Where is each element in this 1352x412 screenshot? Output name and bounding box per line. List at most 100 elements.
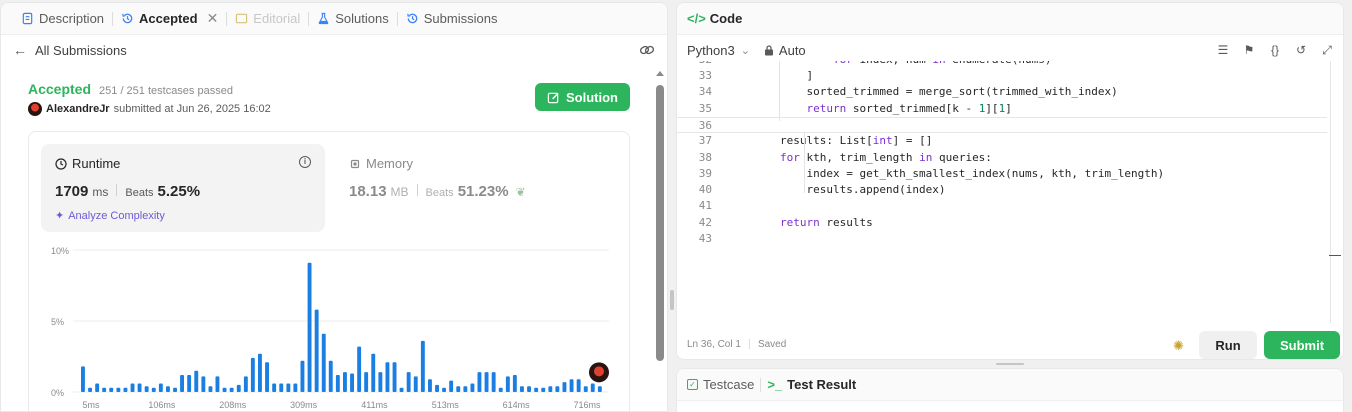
chart-bar	[463, 386, 468, 392]
memory-title: Memory	[349, 156, 413, 171]
chart-bar	[286, 383, 291, 392]
chart-bar	[548, 386, 553, 392]
language-label: Python3	[687, 42, 735, 58]
runtime-box[interactable]: Runtime i 1709 ms Beats 5.25% ✦ Analyze …	[41, 144, 325, 232]
chart-bar	[428, 379, 432, 392]
tab-description[interactable]: Description	[13, 3, 112, 34]
chart-bar	[406, 372, 411, 392]
run-button[interactable]: Run	[1199, 331, 1257, 359]
braces-icon[interactable]: {}	[1269, 44, 1281, 56]
reset-icon[interactable]: ↺	[1295, 44, 1307, 56]
lightbulb-icon[interactable]: ✺	[1173, 338, 1184, 354]
all-submissions-link[interactable]: ← All Submissions	[13, 42, 127, 58]
close-icon[interactable]: ✕	[207, 10, 219, 27]
horizontal-resize-handle[interactable]	[676, 360, 1344, 368]
x-tick-label: 106ms	[148, 400, 176, 410]
tab-editorial[interactable]: Editorial	[227, 3, 308, 34]
description-icon	[22, 12, 33, 25]
code-line-partial: 32 for index, num in enumerate(nums)	[677, 61, 1327, 68]
bookmark-icon[interactable]: ⚑	[1243, 44, 1255, 56]
code-line: 42 return results	[677, 215, 1327, 231]
chart-bar	[470, 383, 475, 392]
line-number: 35	[698, 101, 712, 115]
code-editor[interactable]: 32 for index, num in enumerate(nums) 33 …	[677, 61, 1333, 323]
chart-bar	[456, 386, 461, 392]
auto-mode[interactable]: Auto	[764, 43, 806, 58]
chart-bar	[527, 386, 531, 392]
chart-bar	[399, 387, 404, 392]
chart-bar	[88, 387, 92, 392]
tab-label: Testcase	[703, 377, 755, 392]
chart-bar	[491, 372, 496, 392]
x-tick-label: 208ms	[219, 400, 247, 410]
chart-bar	[357, 346, 362, 392]
chart-bar	[505, 376, 510, 392]
chart-bar	[293, 383, 298, 392]
scroll-marker	[1329, 255, 1341, 256]
indent-guide	[804, 133, 805, 193]
scrollbar[interactable]	[655, 67, 665, 411]
x-tick-label: 309ms	[290, 400, 318, 410]
tab-test-result[interactable]: >_ Test Result	[767, 377, 856, 392]
chart-bar	[371, 353, 376, 392]
chart-bar	[123, 387, 128, 392]
code-line: 37 results: List[int] = []	[677, 133, 1327, 149]
avatar[interactable]	[28, 102, 42, 116]
tab-label: Description	[39, 11, 105, 26]
runtime-values: 1709 ms Beats 5.25%	[55, 183, 200, 200]
line-number: 40	[698, 183, 712, 197]
memory-box[interactable]: Memory 18.13 MB Beats 51.23% ❦	[335, 144, 619, 232]
chart-bar	[392, 362, 397, 392]
solution-label: Solution	[566, 89, 618, 105]
chart-bar	[81, 366, 85, 392]
chart-bar	[364, 372, 369, 392]
code-line: 36	[677, 116, 1327, 133]
chart-bar	[265, 362, 269, 392]
submit-button[interactable]: Submit	[1264, 331, 1340, 359]
author-name[interactable]: AlexandreJr	[46, 103, 110, 115]
language-select[interactable]: Python3 ⌄	[687, 43, 750, 58]
link-icon[interactable]	[639, 43, 655, 57]
analyze-label: Analyze Complexity	[68, 209, 165, 222]
submission-content: Accepted 251 / 251 testcases passed Alex…	[1, 67, 657, 411]
analyze-complexity-link[interactable]: ✦ Analyze Complexity	[55, 209, 165, 223]
line-text: for kth, trim_length in queries:	[779, 150, 992, 164]
x-tick-label: 716ms	[573, 400, 601, 410]
y-tick-label: 10%	[51, 246, 69, 256]
chart-bar	[166, 386, 170, 392]
code-line: 43	[677, 231, 1327, 247]
info-icon[interactable]: i	[299, 156, 311, 168]
line-text: results.append(index)	[727, 183, 946, 197]
solution-button[interactable]: Solution	[535, 83, 630, 111]
resize-grip[interactable]	[996, 363, 1024, 365]
chart-bar	[158, 383, 163, 392]
expand-icon[interactable]: ⤢	[1321, 44, 1333, 56]
chart-bar	[378, 372, 383, 392]
chip-icon	[350, 159, 360, 168]
tab-testcase[interactable]: ✓ Testcase	[687, 377, 754, 392]
runtime-title-text: Runtime	[72, 156, 121, 171]
runtime-beats-pct: 5.25%	[157, 183, 201, 200]
terminal-icon: >_	[767, 377, 783, 392]
chart-bar	[435, 384, 439, 392]
tab-accepted[interactable]: Accepted ✕	[113, 3, 226, 34]
scroll-up-icon[interactable]	[656, 71, 664, 76]
chart-bar	[328, 360, 333, 392]
scroll-thumb[interactable]	[656, 85, 664, 361]
tab-label: Submissions	[423, 11, 498, 26]
code-line: 35 return sorted_trimmed[k - 1][1]	[677, 101, 1327, 117]
chart-bar	[520, 386, 524, 392]
cursor-position: Ln 36, Col 1	[687, 338, 741, 350]
tab-submissions[interactable]: Submissions	[398, 3, 506, 34]
user-avatar-face	[594, 366, 604, 377]
chart-bar	[201, 376, 206, 392]
chart-bar	[279, 383, 284, 392]
chart-bar	[583, 386, 588, 392]
editor-scrollbar[interactable]	[1330, 61, 1331, 323]
status-row: Accepted 251 / 251 testcases passed	[28, 81, 233, 97]
vertical-resize-handle[interactable]	[670, 290, 674, 310]
language-controls: Python3 ⌄ Auto	[687, 43, 806, 58]
format-icon[interactable]: ☰	[1217, 44, 1229, 56]
tab-solutions[interactable]: Solutions	[309, 3, 396, 34]
line-text: for index, num in enumerate(nums)	[727, 61, 1052, 68]
